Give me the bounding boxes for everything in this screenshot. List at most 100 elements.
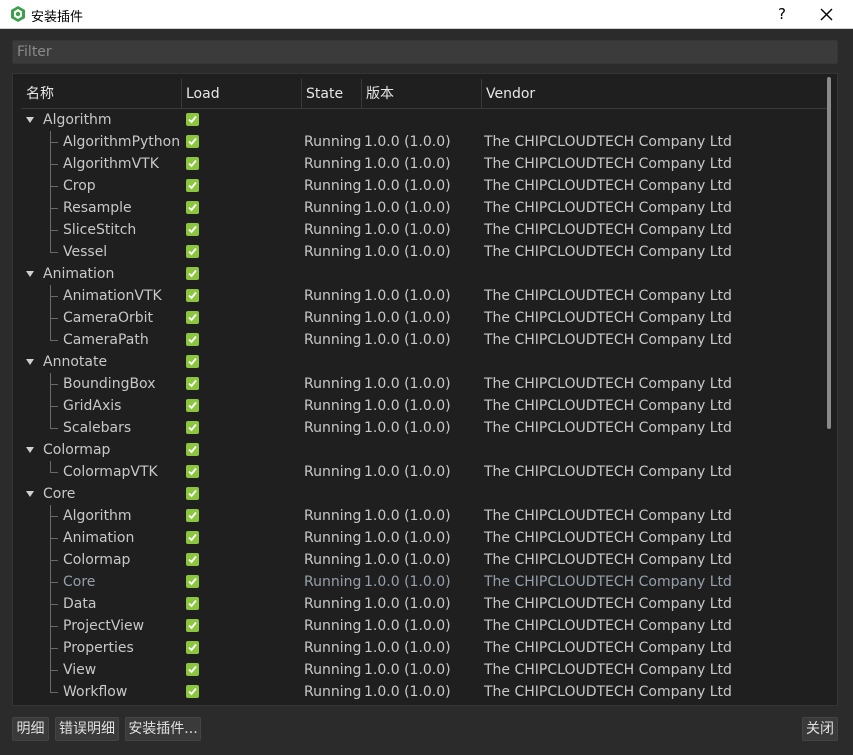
tree-plugin-row[interactable]: Core Running 1.0.0 (1.0.0) The CHIPCLOUDTEC… — [21, 571, 826, 593]
install-plugin-button[interactable]: 安装插件... — [125, 717, 201, 741]
error-details-button[interactable]: 错误明细 — [55, 717, 119, 741]
tree-branch-line — [50, 659, 64, 681]
load-checkbox[interactable] — [186, 531, 199, 544]
plugin-vendor: The CHIPCLOUDTECH Company Ltd — [484, 640, 732, 656]
tree-plugin-row[interactable]: Resample Running 1.0.0 (1.0.0) The CHIPCLOU… — [21, 197, 826, 219]
tree-plugin-row[interactable]: BoundingBox Running 1.0.0 (1.0.0) The CHIPC… — [21, 373, 826, 395]
expand-caret-icon[interactable] — [26, 491, 34, 497]
plugin-name: Workflow — [63, 684, 128, 700]
plugin-version: 1.0.0 (1.0.0) — [364, 574, 451, 590]
load-checkbox[interactable] — [186, 377, 199, 390]
load-checkbox[interactable] — [186, 355, 199, 368]
plugin-version: 1.0.0 (1.0.0) — [364, 134, 451, 150]
load-checkbox[interactable] — [186, 575, 199, 588]
tree-plugin-row[interactable]: Scalebars Running 1.0.0 (1.0.0) The CHIPCLO… — [21, 417, 826, 439]
details-button[interactable]: 明细 — [12, 717, 49, 741]
tree-group-row[interactable]: Algorithm — [21, 109, 826, 131]
plugin-state: Running — [304, 618, 362, 634]
tree-plugin-row[interactable]: Crop Running 1.0.0 (1.0.0) The CHIPCLOUDTEC… — [21, 175, 826, 197]
column-header-name[interactable]: 名称 — [21, 79, 182, 109]
load-checkbox[interactable] — [186, 179, 199, 192]
plugin-vendor: The CHIPCLOUDTECH Company Ltd — [484, 332, 732, 348]
plugin-vendor: The CHIPCLOUDTECH Company Ltd — [484, 376, 732, 392]
load-checkbox[interactable] — [186, 465, 199, 478]
window-close-button[interactable] — [812, 0, 840, 29]
column-header-state[interactable]: State — [301, 79, 362, 109]
plugin-vendor: The CHIPCLOUDTECH Company Ltd — [484, 398, 732, 414]
plugin-state: Running — [304, 332, 362, 348]
plugin-state: Running — [304, 288, 362, 304]
plugin-vendor: The CHIPCLOUDTECH Company Ltd — [484, 530, 732, 546]
load-checkbox[interactable] — [186, 553, 199, 566]
tree-plugin-row[interactable]: View Running 1.0.0 (1.0.0) The CHIPCLOUDTEC… — [21, 659, 826, 681]
load-checkbox[interactable] — [186, 245, 199, 258]
tree-plugin-row[interactable]: SliceStitch Running 1.0.0 (1.0.0) The CHIPC… — [21, 219, 826, 241]
expand-caret-icon[interactable] — [26, 359, 34, 365]
tree-plugin-row[interactable]: AnimationVTK Running 1.0.0 (1.0.0) The CHIP… — [21, 285, 826, 307]
load-checkbox[interactable] — [186, 311, 199, 324]
tree-plugin-row[interactable]: Data Running 1.0.0 (1.0.0) The CHIPCLOUDTEC… — [21, 593, 826, 615]
plugin-version: 1.0.0 (1.0.0) — [364, 288, 451, 304]
help-button[interactable]: ? — [770, 0, 794, 29]
load-checkbox[interactable] — [186, 289, 199, 302]
tree-group-row[interactable]: Annotate — [21, 351, 826, 373]
load-checkbox[interactable] — [186, 267, 199, 280]
load-checkbox[interactable] — [186, 421, 199, 434]
expand-caret-icon[interactable] — [26, 271, 34, 277]
load-checkbox[interactable] — [186, 399, 199, 412]
plugin-name: SliceStitch — [63, 222, 137, 238]
plugin-vendor: The CHIPCLOUDTECH Company Ltd — [484, 662, 732, 678]
plugin-name: Data — [63, 596, 97, 612]
tree-plugin-row[interactable]: Animation Running 1.0.0 (1.0.0) The CHIPCLO… — [21, 527, 826, 549]
expand-caret-icon[interactable] — [26, 447, 34, 453]
load-checkbox[interactable] — [186, 113, 199, 126]
load-checkbox[interactable] — [186, 223, 199, 236]
plugin-version: 1.0.0 (1.0.0) — [364, 332, 451, 348]
column-header-vendor[interactable]: Vendor — [481, 79, 829, 109]
expand-caret-icon[interactable] — [26, 117, 34, 123]
vertical-scrollbar[interactable] — [827, 77, 831, 429]
plugin-vendor: The CHIPCLOUDTECH Company Ltd — [484, 464, 732, 480]
plugin-vendor: The CHIPCLOUDTECH Company Ltd — [484, 222, 732, 238]
tree-plugin-row[interactable]: Algorithm Running 1.0.0 (1.0.0) The CHIPCLO… — [21, 505, 826, 527]
tree-plugin-row[interactable]: AlgorithmPython Running 1.0.0 (1.0.0) The C… — [21, 131, 826, 153]
plugin-name: Properties — [63, 640, 134, 656]
load-checkbox[interactable] — [186, 597, 199, 610]
close-button[interactable]: 关闭 — [802, 717, 838, 741]
load-checkbox[interactable] — [186, 685, 199, 698]
load-checkbox[interactable] — [186, 619, 199, 632]
load-checkbox[interactable] — [186, 509, 199, 522]
plugin-name: CameraPath — [63, 332, 149, 348]
tree-plugin-row[interactable]: GridAxis Running 1.0.0 (1.0.0) The CHIPCLOU… — [21, 395, 826, 417]
tree-plugin-row[interactable]: Vessel Running 1.0.0 (1.0.0) The CHIPCLOUDT… — [21, 241, 826, 263]
tree-plugin-row[interactable]: CameraOrbit Running 1.0.0 (1.0.0) The CHIPC… — [21, 307, 826, 329]
tree-group-row[interactable]: Colormap — [21, 439, 826, 461]
tree-plugin-row[interactable]: Colormap Running 1.0.0 (1.0.0) The CHIPCLOU… — [21, 549, 826, 571]
load-checkbox[interactable] — [186, 443, 199, 456]
plugin-state: Running — [304, 222, 362, 238]
tree-branch-line — [50, 131, 64, 153]
load-checkbox[interactable] — [186, 157, 199, 170]
tree-plugin-row[interactable]: Workflow Running 1.0.0 (1.0.0) The CHIPCLOU… — [21, 681, 826, 703]
load-checkbox[interactable] — [186, 135, 199, 148]
column-header-load[interactable]: Load — [181, 79, 302, 109]
load-checkbox[interactable] — [186, 333, 199, 346]
filter-input[interactable] — [12, 40, 838, 64]
tree-plugin-row[interactable]: ProjectView Running 1.0.0 (1.0.0) The CHIPC… — [21, 615, 826, 637]
tree-group-row[interactable]: Animation — [21, 263, 826, 285]
column-header-version[interactable]: 版本 — [361, 79, 482, 109]
tree-group-row[interactable]: Core — [21, 483, 826, 505]
plugin-version: 1.0.0 (1.0.0) — [364, 508, 451, 524]
tree-plugin-row[interactable]: AlgorithmVTK Running 1.0.0 (1.0.0) The CHIP… — [21, 153, 826, 175]
load-checkbox[interactable] — [186, 487, 199, 500]
load-checkbox[interactable] — [186, 641, 199, 654]
plugin-state: Running — [304, 156, 362, 172]
tree-plugin-row[interactable]: ColormapVTK Running 1.0.0 (1.0.0) The CHIPC… — [21, 461, 826, 483]
load-checkbox[interactable] — [186, 201, 199, 214]
group-name: Colormap — [43, 442, 111, 458]
tree-plugin-row[interactable]: Properties Running 1.0.0 (1.0.0) The CHIPCL… — [21, 637, 826, 659]
plugin-name: BoundingBox — [63, 376, 156, 392]
load-checkbox[interactable] — [186, 663, 199, 676]
tree-branch-line — [50, 241, 64, 263]
tree-plugin-row[interactable]: CameraPath Running 1.0.0 (1.0.0) The CHIPCL… — [21, 329, 826, 351]
